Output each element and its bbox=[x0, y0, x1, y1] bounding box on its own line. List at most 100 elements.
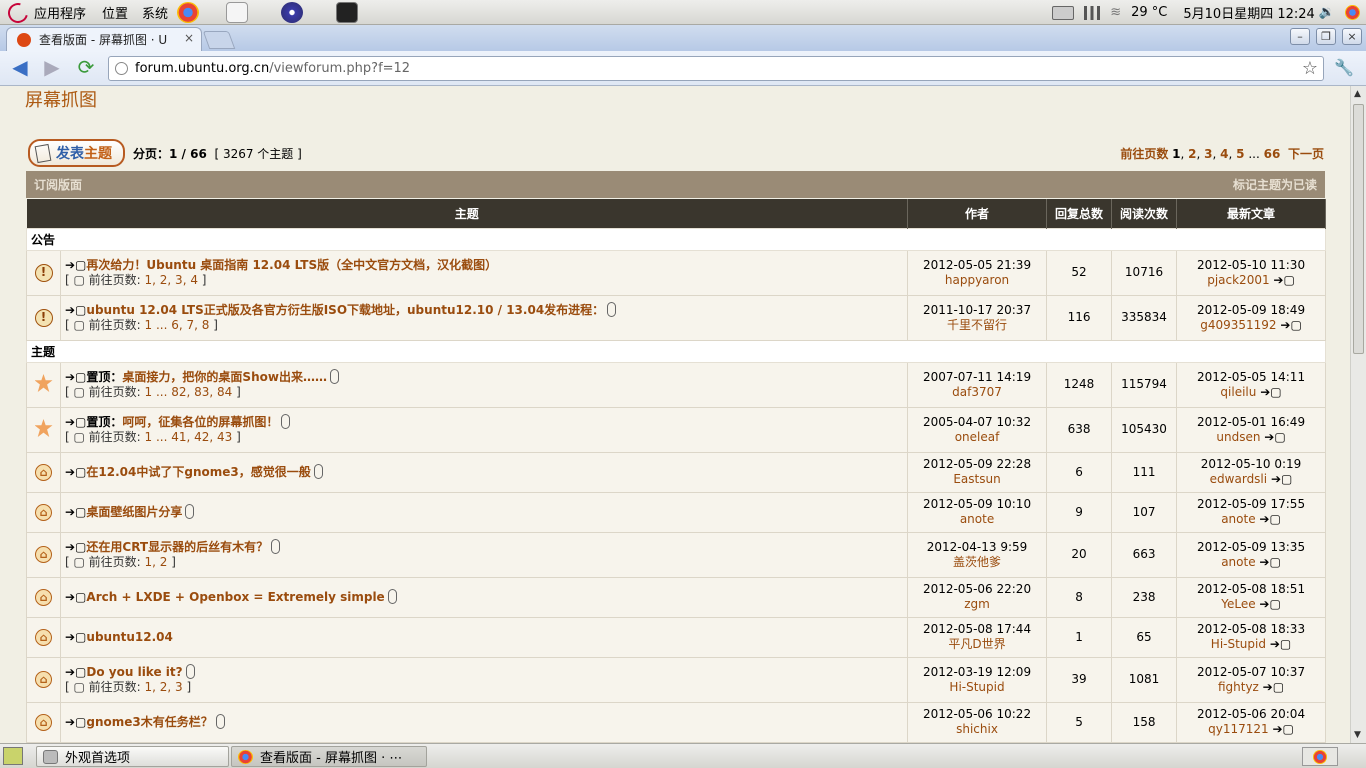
chrome-tray-icon[interactable] bbox=[1302, 747, 1338, 766]
topic-title-link[interactable]: Do you like it? bbox=[86, 665, 182, 679]
tab-active[interactable]: 查看版面 - 屏幕抓图 · U × bbox=[6, 27, 202, 51]
new-post-arrow-icon[interactable]: ➔▢ bbox=[65, 630, 86, 644]
taskbar-item-browser[interactable]: 查看版面 - 屏幕抓图 · ⋯ bbox=[231, 746, 427, 767]
topic-title-link[interactable]: gnome3木有任务栏？ bbox=[86, 715, 212, 729]
goto-last-post-icon[interactable]: ➔▢ bbox=[1280, 318, 1301, 332]
reload-button[interactable]: ⟳ bbox=[74, 57, 98, 79]
topic-title-link[interactable]: 桌面接力，把你的桌面Show出来…… bbox=[122, 370, 327, 384]
topic-title-link[interactable]: Arch + LXDE + Openbox = Extremely simple bbox=[86, 590, 384, 604]
last-poster-link[interactable]: qy117121 bbox=[1208, 722, 1269, 736]
topic-title-link[interactable]: 呵呵，征集各位的屏幕抓图！ bbox=[122, 415, 278, 429]
new-post-arrow-icon[interactable]: ➔▢ bbox=[65, 665, 86, 679]
goto-last-post-icon[interactable]: ➔▢ bbox=[1270, 637, 1291, 651]
new-post-arrow-icon[interactable]: ➔▢ bbox=[65, 590, 86, 604]
topic-title-link[interactable]: 还在用CRT显示器的后丝有木有？ bbox=[86, 540, 268, 554]
signal-icon[interactable] bbox=[1084, 5, 1101, 20]
minimize-button[interactable]: – bbox=[1290, 28, 1310, 45]
last-poster-link[interactable]: edwardsli bbox=[1210, 472, 1267, 486]
goto-last-post-icon[interactable]: ➔▢ bbox=[1263, 680, 1284, 694]
page-link[interactable]: 5 bbox=[1236, 147, 1244, 161]
author-link[interactable]: 盖茨他爹 bbox=[953, 555, 1001, 569]
goto-last-post-icon[interactable]: ➔▢ bbox=[1260, 385, 1281, 399]
back-button[interactable]: ◀ bbox=[8, 57, 32, 79]
topic-title-link[interactable]: 桌面壁纸图片分享 bbox=[86, 505, 182, 519]
last-poster-link[interactable]: fightyz bbox=[1218, 680, 1259, 694]
author-link[interactable]: shichix bbox=[956, 722, 998, 736]
topic-title-link[interactable]: ubuntu 12.04 LTS正式版及各官方衍生版ISO下载地址，ubuntu… bbox=[86, 303, 604, 317]
goto-last-post-icon[interactable]: ➔▢ bbox=[1259, 512, 1280, 526]
page-link[interactable]: 4 bbox=[1220, 147, 1228, 161]
vertical-scrollbar[interactable]: ▲ ▼ bbox=[1350, 86, 1366, 743]
new-post-arrow-icon[interactable]: ➔▢ bbox=[65, 540, 86, 554]
author-link[interactable]: happyaron bbox=[945, 273, 1009, 287]
goto-last-post-icon[interactable]: ➔▢ bbox=[1264, 430, 1285, 444]
taskbar-item-appearance[interactable]: 外观首选项 bbox=[36, 746, 229, 767]
new-post-arrow-icon[interactable]: ➔▢ bbox=[65, 370, 86, 384]
topic-page-links[interactable]: 1 ... 82, 83, 84 bbox=[145, 385, 233, 399]
new-post-arrow-icon[interactable]: ➔▢ bbox=[65, 415, 86, 429]
subscribe-link[interactable]: 订阅版面 bbox=[34, 176, 82, 193]
last-poster-link[interactable]: qileilu bbox=[1220, 385, 1256, 399]
author-link[interactable]: 平凡D世界 bbox=[948, 637, 1005, 651]
page-link[interactable]: 2 bbox=[1188, 147, 1196, 161]
last-poster-link[interactable]: pjack2001 bbox=[1207, 273, 1269, 287]
volume-icon[interactable]: 🔉 bbox=[1319, 5, 1335, 20]
new-topic-button[interactable]: 发表 主题 bbox=[28, 139, 125, 167]
show-desktop-icon[interactable] bbox=[3, 747, 23, 765]
new-post-arrow-icon[interactable]: ➔▢ bbox=[65, 715, 86, 729]
temperature[interactable]: 29 °C bbox=[1131, 5, 1167, 20]
goto-last-post-icon[interactable]: ➔▢ bbox=[1272, 722, 1293, 736]
topic-page-links[interactable]: 1, 2, 3 bbox=[145, 680, 183, 694]
topic-page-links[interactable]: 1, 2, 3, 4 bbox=[145, 273, 198, 287]
last-poster-link[interactable]: anote bbox=[1221, 512, 1255, 526]
wrench-menu-icon[interactable]: 🔧 bbox=[1334, 58, 1354, 77]
goto-last-post-icon[interactable]: ➔▢ bbox=[1259, 597, 1280, 611]
chrome-launcher-icon[interactable] bbox=[177, 2, 199, 23]
new-post-arrow-icon[interactable]: ➔▢ bbox=[65, 303, 86, 317]
last-poster-link[interactable]: g409351192 bbox=[1200, 318, 1276, 332]
close-window-button[interactable]: × bbox=[1342, 28, 1362, 45]
last-poster-link[interactable]: YeLee bbox=[1221, 597, 1255, 611]
topic-title-link[interactable]: 再次给力！Ubuntu 桌面指南 12.04 LTS版（全中文官方文档，汉化截图… bbox=[86, 258, 497, 272]
topic-page-links[interactable]: 1 ... 41, 42, 43 bbox=[145, 430, 233, 444]
forum-title[interactable]: 屏幕抓图 bbox=[25, 86, 97, 112]
goto-last-post-icon[interactable]: ➔▢ bbox=[1273, 273, 1294, 287]
scrollbar-thumb[interactable] bbox=[1353, 104, 1364, 354]
last-poster-link[interactable]: undsen bbox=[1216, 430, 1260, 444]
forward-button[interactable]: ▶ bbox=[40, 57, 64, 79]
applications-menu[interactable]: 应用程序 bbox=[34, 3, 86, 22]
author-link[interactable]: daf3707 bbox=[952, 385, 1002, 399]
system-menu[interactable]: 系统 bbox=[142, 3, 168, 22]
page-link[interactable]: 3 bbox=[1204, 147, 1212, 161]
author-link[interactable]: anote bbox=[960, 512, 994, 526]
new-post-arrow-icon[interactable]: ➔▢ bbox=[65, 258, 86, 272]
places-menu[interactable]: 位置 bbox=[102, 3, 128, 22]
clock[interactable]: 5月10日星期四 12:24 bbox=[1183, 3, 1314, 22]
new-post-arrow-icon[interactable]: ➔▢ bbox=[65, 465, 86, 479]
mail-launcher-icon[interactable] bbox=[226, 2, 248, 23]
next-page-link[interactable]: 下一页 bbox=[1288, 147, 1324, 161]
scroll-up-icon[interactable]: ▲ bbox=[1354, 89, 1361, 99]
close-tab-icon[interactable]: × bbox=[184, 31, 194, 45]
scroll-down-icon[interactable]: ▼ bbox=[1354, 730, 1361, 740]
topic-title-link[interactable]: 在12.04中试了下gnome3，感觉很一般 bbox=[86, 465, 310, 479]
network-icon[interactable] bbox=[1052, 5, 1075, 20]
page-info-icon[interactable] bbox=[115, 62, 128, 75]
author-link[interactable]: Hi-Stupid bbox=[949, 680, 1004, 694]
goto-last-post-icon[interactable]: ➔▢ bbox=[1271, 472, 1292, 486]
goto-last-post-icon[interactable]: ➔▢ bbox=[1259, 555, 1280, 569]
bookmark-star-icon[interactable]: ☆ bbox=[1302, 58, 1318, 79]
eclipse-launcher-icon[interactable] bbox=[281, 2, 303, 23]
author-link[interactable]: zgm bbox=[964, 597, 990, 611]
new-post-arrow-icon[interactable]: ➔▢ bbox=[65, 505, 86, 519]
last-poster-link[interactable]: Hi-Stupid bbox=[1211, 637, 1266, 651]
address-bar[interactable]: forum.ubuntu.org.cn/viewforum.php?f=12 bbox=[108, 56, 1324, 81]
chrome-tray-icon[interactable] bbox=[1345, 5, 1360, 20]
new-tab-button[interactable] bbox=[202, 31, 236, 49]
weather-icon[interactable]: ≋ bbox=[1110, 5, 1121, 20]
page-link[interactable]: 66 bbox=[1264, 147, 1281, 161]
terminal-launcher-icon[interactable] bbox=[336, 2, 358, 23]
author-link[interactable]: Eastsun bbox=[953, 472, 1000, 486]
topic-title-link[interactable]: ubuntu12.04 bbox=[86, 630, 172, 644]
debian-logo-icon[interactable] bbox=[4, 0, 32, 27]
